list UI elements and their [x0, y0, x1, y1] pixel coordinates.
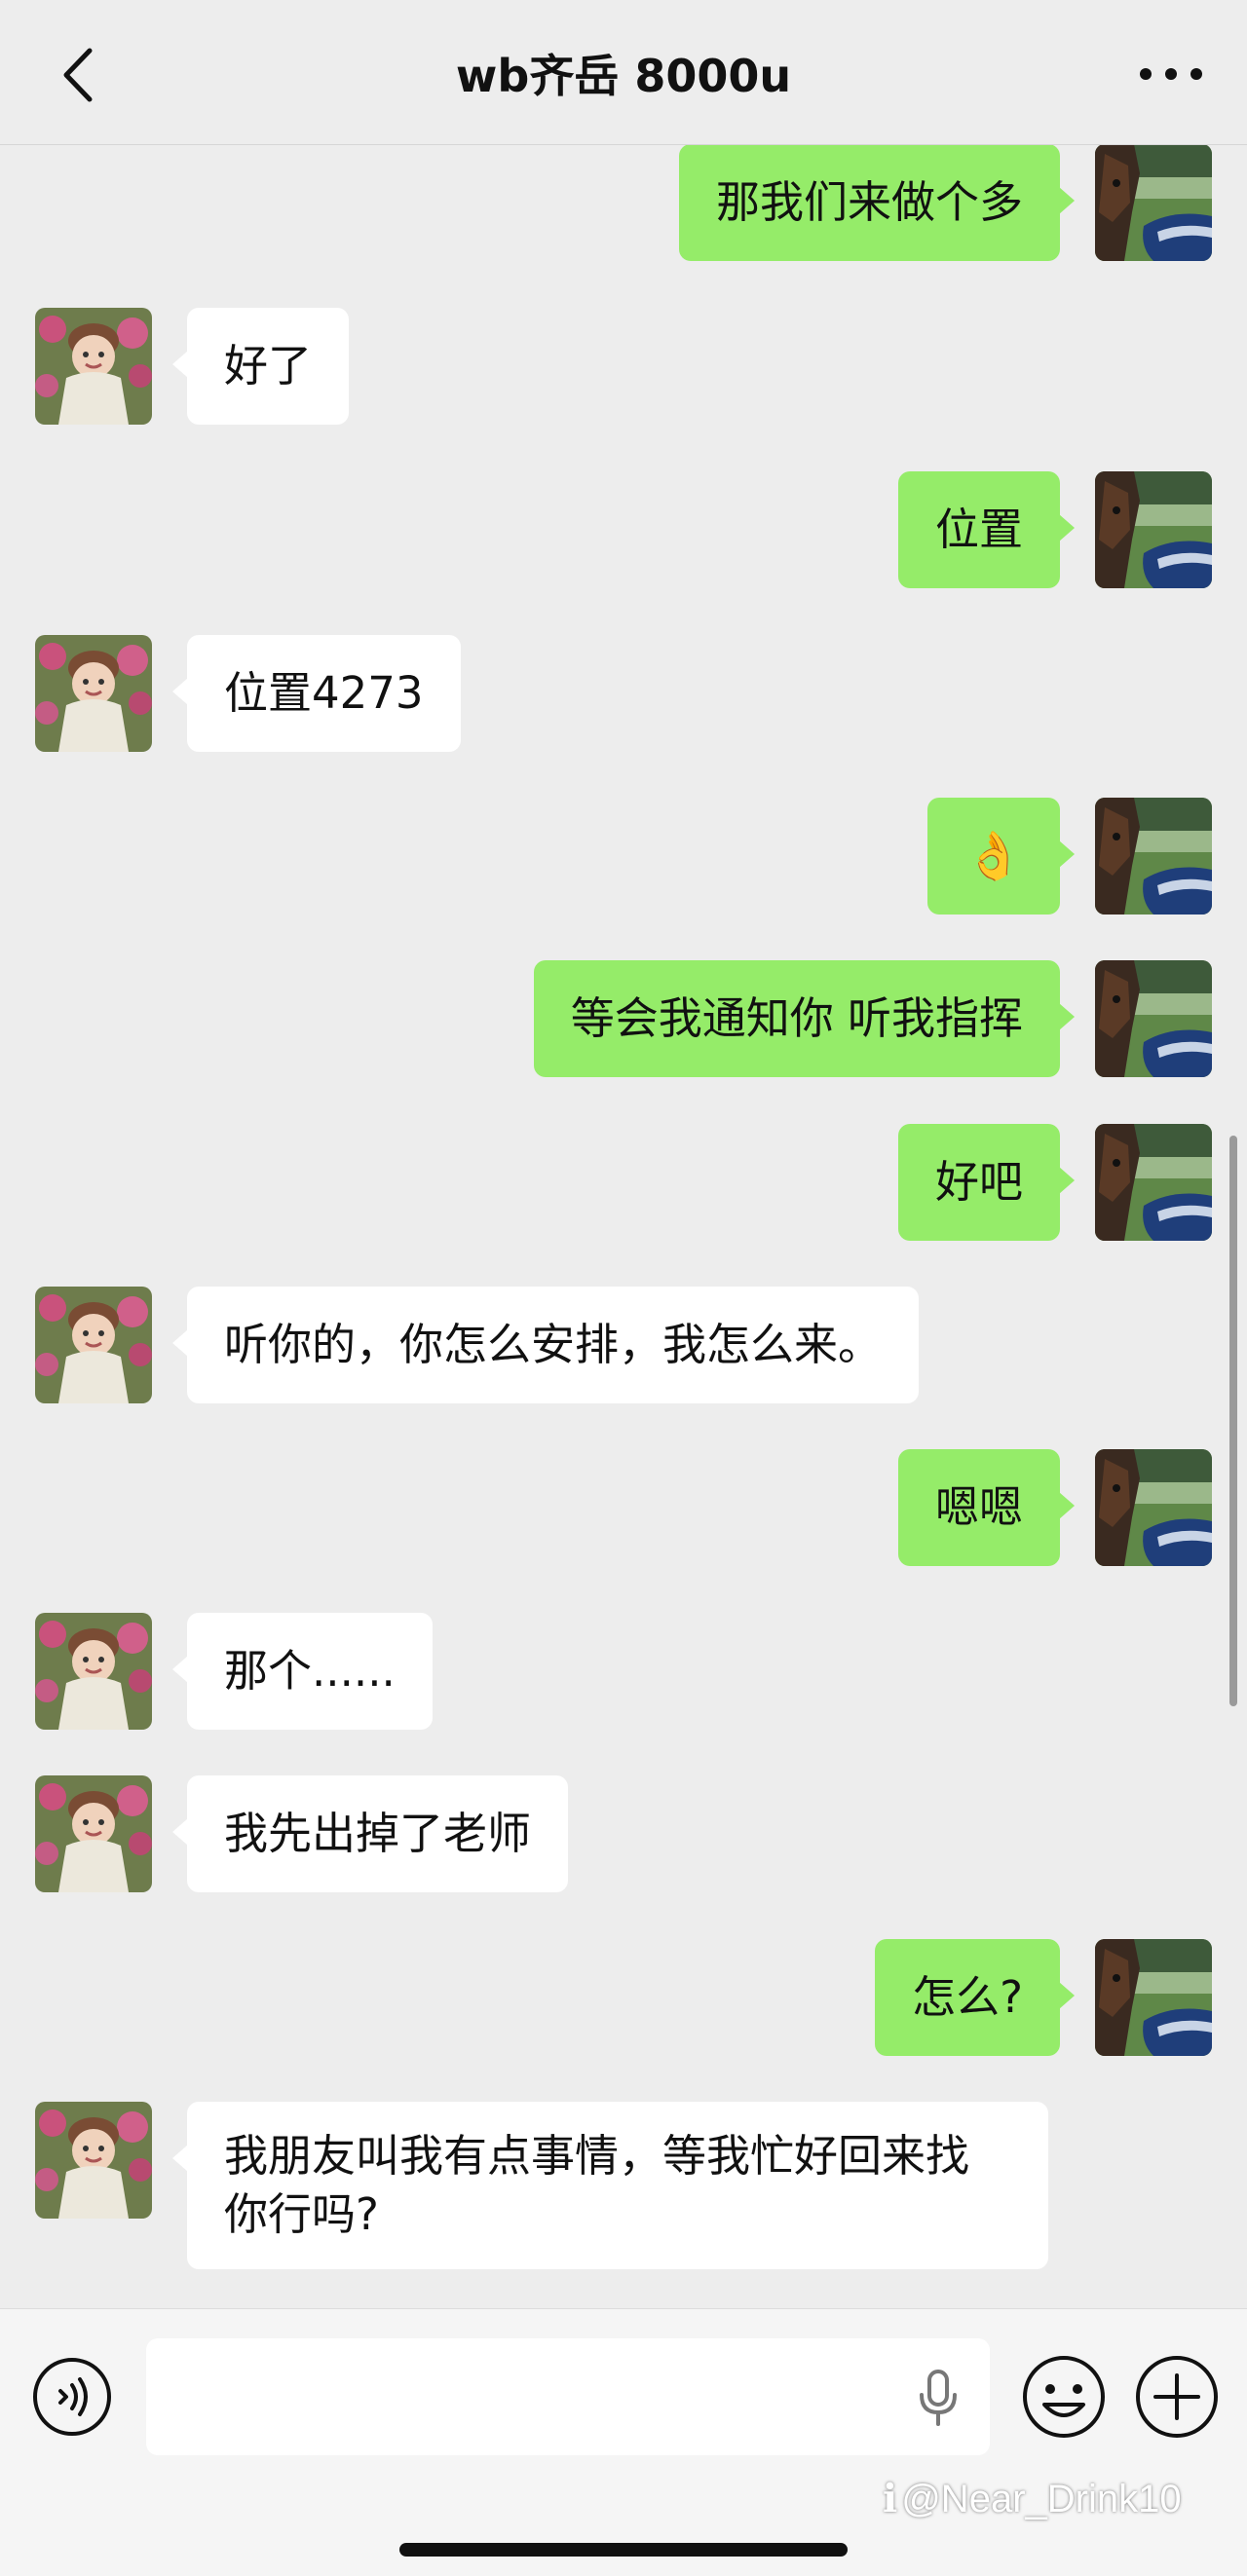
contact-avatar[interactable] [35, 1775, 152, 1892]
contact-avatar[interactable] [35, 2102, 152, 2219]
sent-message-bubble[interactable]: 好吧 [897, 1124, 1076, 1241]
my-avatar[interactable] [1095, 798, 1212, 915]
contact-avatar[interactable] [35, 635, 152, 752]
my-avatar[interactable] [1095, 144, 1212, 261]
more-button[interactable] [1134, 55, 1208, 93]
sent-emoji-bubble[interactable]: 👌 [927, 798, 1075, 915]
sent-message-bubble[interactable]: 等会我通知你 听我指挥 [533, 960, 1076, 1077]
received-message-bubble[interactable]: 好了 [171, 308, 350, 425]
my-avatar[interactable] [1095, 1939, 1212, 2056]
my-avatar[interactable] [1095, 471, 1212, 588]
received-message-bubble[interactable]: 那个...... [172, 1613, 433, 1730]
input-bar: ℹ @Near_Drink10 [0, 2308, 1247, 2576]
sent-message-bubble[interactable]: 那我们来做个多 [678, 144, 1076, 261]
watermark-logo-icon: ℹ [883, 2478, 898, 2520]
my-avatar[interactable] [1095, 1124, 1212, 1241]
mic-icon[interactable] [916, 2370, 961, 2426]
received-message-bubble[interactable]: 我先出掉了老师 [171, 1775, 569, 1892]
more-icon [1140, 68, 1202, 80]
sent-message-bubble[interactable]: 嗯嗯 [897, 1449, 1076, 1566]
emoji-button[interactable] [1021, 2354, 1107, 2440]
received-message-bubble[interactable]: 位置4273 [172, 635, 461, 752]
more-functions-button[interactable] [1134, 2354, 1220, 2440]
plus-icon [1136, 2356, 1218, 2438]
voice-button[interactable] [31, 2356, 113, 2438]
contact-avatar[interactable] [35, 1613, 152, 1730]
contact-avatar[interactable] [35, 308, 152, 425]
emoji-icon [1023, 2356, 1105, 2438]
contact-avatar[interactable] [35, 1287, 152, 1403]
home-indicator[interactable] [399, 2543, 848, 2557]
sent-message-bubble[interactable]: 怎么? [875, 1939, 1075, 2056]
watermark: ℹ @Near_Drink10 [883, 2477, 1182, 2521]
my-avatar[interactable] [1095, 960, 1212, 1077]
chat-header: wb齐岳 8000u [0, 0, 1247, 145]
watermark-text: @Near_Drink10 [901, 2478, 1182, 2520]
back-button[interactable] [51, 41, 109, 109]
message-list[interactable]: 那我们来做个多 好了 位置 位置4273 👌 等会我通知你 听我指挥 好吧 听你… [0, 144, 1247, 2308]
my-avatar[interactable] [1095, 1449, 1212, 1566]
received-message-bubble[interactable]: 我朋友叫我有点事情，等我忙好回来找你行吗? [172, 2102, 1048, 2269]
back-arrow-icon [63, 48, 93, 102]
voice-icon [33, 2358, 111, 2436]
sent-message-bubble[interactable]: 位置 [897, 471, 1076, 588]
message-input[interactable] [146, 2338, 990, 2455]
scrollbar[interactable] [1229, 1136, 1237, 1706]
received-message-bubble[interactable]: 听你的，你怎么安排，我怎么来。 [171, 1287, 920, 1403]
chat-title: wb齐岳 8000u [455, 50, 792, 102]
